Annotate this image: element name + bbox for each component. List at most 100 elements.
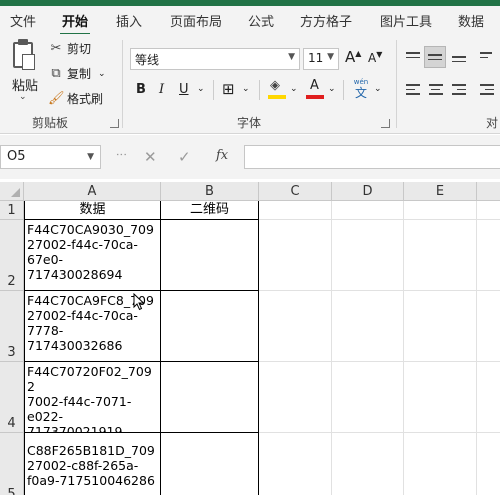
chevron-down-icon[interactable]: ▼ [288, 52, 295, 62]
italic-button[interactable]: I [159, 82, 164, 97]
column-header-c[interactable]: C [259, 182, 332, 201]
paint-bucket-icon: ◈ [270, 78, 280, 93]
tab-insert[interactable]: 插入 [116, 11, 142, 30]
name-box-value: O5 [7, 149, 26, 164]
confirm-icon[interactable]: ✓ [178, 148, 191, 166]
table-cell-data[interactable]: C88F265B181D_709 27002-c88f-265a- f0a9-7… [25, 433, 161, 495]
group-divider [396, 40, 397, 128]
fill-color-bar [268, 95, 286, 99]
row-number: 2 [7, 274, 16, 289]
row-header-3[interactable]: 3 [0, 291, 24, 362]
table-cell-qrcode[interactable] [161, 291, 259, 362]
align-middle-button[interactable] [424, 46, 446, 68]
column-header-a[interactable]: A [24, 182, 161, 201]
column-header-f[interactable] [477, 182, 500, 201]
tab-data[interactable]: 数据 [458, 11, 484, 30]
tab-file[interactable]: 文件 [10, 11, 36, 30]
font-color-bar [306, 95, 324, 99]
borders-icon[interactable]: ⊞ [222, 80, 235, 98]
table-cell-qrcode[interactable] [161, 362, 259, 433]
tab-page-layout[interactable]: 页面布局 [170, 11, 222, 30]
column-header-e[interactable]: E [404, 182, 477, 201]
mouse-pointer-icon [133, 293, 145, 311]
grow-font-button[interactable]: A▲ [345, 48, 361, 66]
row-number: 4 [7, 416, 16, 431]
tab-formulas[interactable]: 公式 [248, 11, 274, 30]
clipboard-launcher-icon[interactable] [110, 119, 119, 128]
table-cell-qrcode[interactable] [161, 220, 259, 291]
font-color-button[interactable]: A [306, 78, 324, 100]
align-middle-icon [428, 54, 442, 63]
align-left-icon[interactable] [406, 84, 420, 98]
wen-icon: 文 [354, 86, 367, 100]
shrink-font-icon: A [368, 51, 377, 65]
formula-bar: O5 ▼ ⋮ ✕ ✓ fx [0, 135, 500, 179]
row-header-1[interactable]: 1 [0, 201, 24, 220]
tab-home[interactable]: 开始 [62, 11, 88, 30]
row-header-2[interactable]: 2 [0, 220, 24, 291]
row-number: 3 [7, 345, 16, 360]
header-cell-qrcode[interactable]: 二维码 [161, 201, 259, 220]
font-group-label: 字体 [237, 116, 262, 130]
ribbon-tab-bar: 文件 开始 插入 页面布局 公式 方方格子 图片工具 数据 [0, 6, 500, 36]
column-header-b[interactable]: B [161, 182, 259, 201]
group-divider [122, 40, 123, 128]
copy-button[interactable]: ⧉ 复制 ⌄ [48, 65, 106, 82]
row-header-5[interactable]: 5 [0, 433, 24, 495]
phonetic-guide-button[interactable]: wén 文 [351, 78, 371, 102]
header-cell-data[interactable]: 数据 [25, 201, 161, 220]
grow-font-icon: A [345, 48, 356, 66]
copy-icon: ⧉ [51, 65, 61, 81]
chevron-down-icon[interactable]: ⌄ [374, 84, 382, 94]
select-all-button[interactable] [0, 182, 24, 201]
row-number: 1 [7, 203, 16, 218]
font-color-icon: A [310, 78, 319, 93]
gridline [331, 201, 332, 495]
paste-doc-icon [22, 54, 35, 70]
gridline [403, 201, 404, 495]
copy-label: 复制 [67, 67, 92, 81]
cancel-icon[interactable]: ✕ [144, 148, 157, 166]
bold-button[interactable]: B [136, 82, 146, 97]
shrink-font-button[interactable]: A▼ [368, 50, 382, 65]
insert-function-icon[interactable]: fx [216, 148, 228, 163]
tab-fangfang[interactable]: 方方格子 [300, 11, 352, 30]
clipboard-clip-icon [18, 39, 28, 45]
fill-color-button[interactable]: ◈ [268, 78, 286, 100]
chevron-down-icon[interactable]: ⌄ [242, 84, 250, 94]
column-header-d[interactable]: D [332, 182, 404, 201]
table-cell-data[interactable]: F44C70720F02_7092 7002-f44c-7071- e022- … [25, 362, 161, 433]
align-right-icon[interactable] [452, 84, 466, 98]
alignment-group-label: 对 [486, 116, 499, 130]
chevron-down-icon[interactable]: ⌄ [19, 92, 27, 102]
tab-picture-tools[interactable]: 图片工具 [380, 11, 432, 30]
chevron-down-icon[interactable]: ⌄ [290, 84, 298, 94]
table-cell-qrcode[interactable] [161, 433, 259, 495]
font-name-combo[interactable]: 等线 ▼ [130, 48, 300, 70]
align-top-icon[interactable] [406, 52, 420, 61]
divider [343, 80, 344, 100]
name-box[interactable]: O5 ▼ [0, 145, 101, 169]
font-size-combo[interactable]: 11 ▼ [303, 48, 339, 70]
align-center-icon[interactable] [429, 84, 443, 98]
chevron-down-icon[interactable]: ⌄ [197, 84, 205, 94]
scissors-icon: ✂ [50, 40, 62, 56]
more-options-icon[interactable]: ⋮ [115, 149, 128, 161]
underline-button[interactable]: U [179, 82, 189, 97]
paste-button[interactable]: 粘贴 ⌄ [0, 34, 44, 106]
orientation-icon[interactable] [480, 52, 494, 61]
chevron-down-icon[interactable]: ▼ [87, 152, 94, 162]
decrease-indent-icon[interactable] [480, 84, 494, 98]
cut-button[interactable]: ✂ 剪切 [48, 40, 91, 57]
row-header-4[interactable]: 4 [0, 362, 24, 433]
format-painter-button[interactable]: 🖌 格式刷 [48, 90, 103, 107]
chevron-down-icon[interactable]: ▼ [327, 52, 334, 62]
ribbon: 粘贴 ⌄ ✂ 剪切 ⧉ 复制 ⌄ 🖌 格式刷 剪贴板 等线 ▼ 11 ▼ A▲ … [0, 34, 500, 134]
formula-input[interactable] [244, 145, 500, 169]
table-cell-data[interactable]: F44C70CA9030_709 27002-f44c-70ca- 67e0- … [25, 220, 161, 291]
font-launcher-icon[interactable] [381, 119, 390, 128]
chevron-down-icon[interactable]: ⌄ [98, 69, 106, 79]
chevron-down-icon[interactable]: ⌄ [328, 84, 336, 94]
cut-label: 剪切 [67, 42, 92, 56]
align-bottom-icon[interactable] [452, 56, 466, 65]
